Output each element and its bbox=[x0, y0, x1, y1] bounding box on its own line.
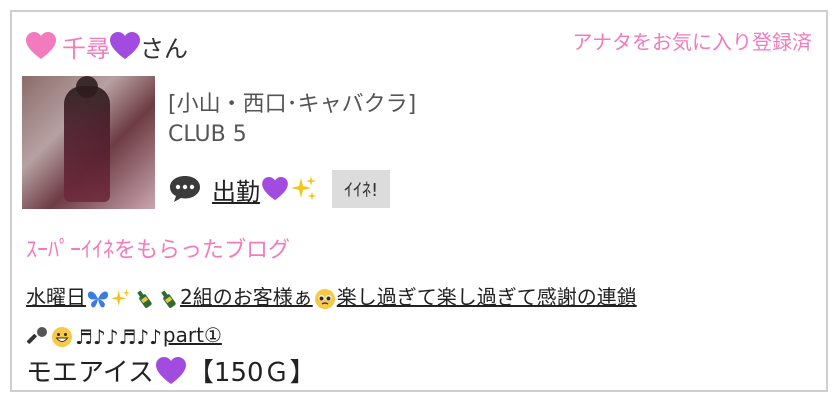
post-title-link[interactable]: 出勤 bbox=[212, 172, 318, 207]
microphone-icon bbox=[27, 326, 47, 344]
butterfly-icon bbox=[87, 290, 109, 307]
champagne-bottle-icon bbox=[161, 289, 176, 308]
gift-name: モエアイス bbox=[26, 358, 154, 388]
blog-title-part: 2組のお客様ぁ bbox=[180, 285, 313, 309]
grinning-face-icon bbox=[52, 326, 72, 347]
speech-bubble-icon bbox=[170, 176, 200, 202]
gift-price: モエアイス 【150Ｇ】 bbox=[26, 352, 316, 389]
purple-heart-icon bbox=[262, 177, 288, 201]
post-title: 出勤 bbox=[212, 177, 260, 206]
photo-figure bbox=[64, 86, 110, 202]
favorite-status: アナタをお気に入り登録済 bbox=[572, 30, 812, 54]
latest-post-row: 出勤 ｲｲﾈ! bbox=[168, 170, 391, 208]
music-notes-icon: ♬♪♪♬♪♪ bbox=[75, 324, 162, 349]
super-iine-blog-heading: ｽｰﾊﾟｰｲｲﾈをもらったブログ bbox=[26, 238, 291, 263]
purple-heart-icon bbox=[155, 356, 186, 384]
shop-name[interactable]: CLUB 5 bbox=[168, 122, 247, 147]
cast-name-row[interactable]: 千尋 さん bbox=[26, 28, 188, 64]
purple-heart-icon bbox=[110, 32, 140, 59]
blog-title-part: 楽し過ぎて楽し過ぎて感謝の連鎖 bbox=[336, 285, 637, 309]
sparkles-icon bbox=[291, 176, 316, 200]
pleading-face-icon bbox=[314, 288, 335, 309]
blog-title-link[interactable]: 水曜日 2組のお客様ぁ 楽し過ぎて楽し過ぎて感謝の連鎖 ♬♪♪♬♪♪part① bbox=[26, 278, 816, 356]
cast-card: 千尋 さん アナタをお気に入り登録済 [小山・西口･キャバクラ] CLUB 5 … bbox=[10, 10, 828, 392]
cast-name[interactable]: 千尋 bbox=[62, 29, 110, 64]
champagne-bottle-icon bbox=[137, 289, 152, 308]
iine-button[interactable]: ｲｲﾈ! bbox=[332, 170, 391, 208]
shop-area: [小山・西口･キャバクラ] bbox=[168, 92, 417, 117]
pink-heart-icon bbox=[26, 32, 56, 59]
honorific: さん bbox=[140, 34, 188, 63]
cast-photo[interactable] bbox=[22, 76, 155, 209]
blog-title-part: part① bbox=[162, 323, 222, 347]
gift-price-value: 【150Ｇ】 bbox=[187, 358, 316, 388]
blog-title-part: 水曜日 bbox=[26, 285, 86, 309]
sparkles-icon bbox=[111, 288, 131, 306]
